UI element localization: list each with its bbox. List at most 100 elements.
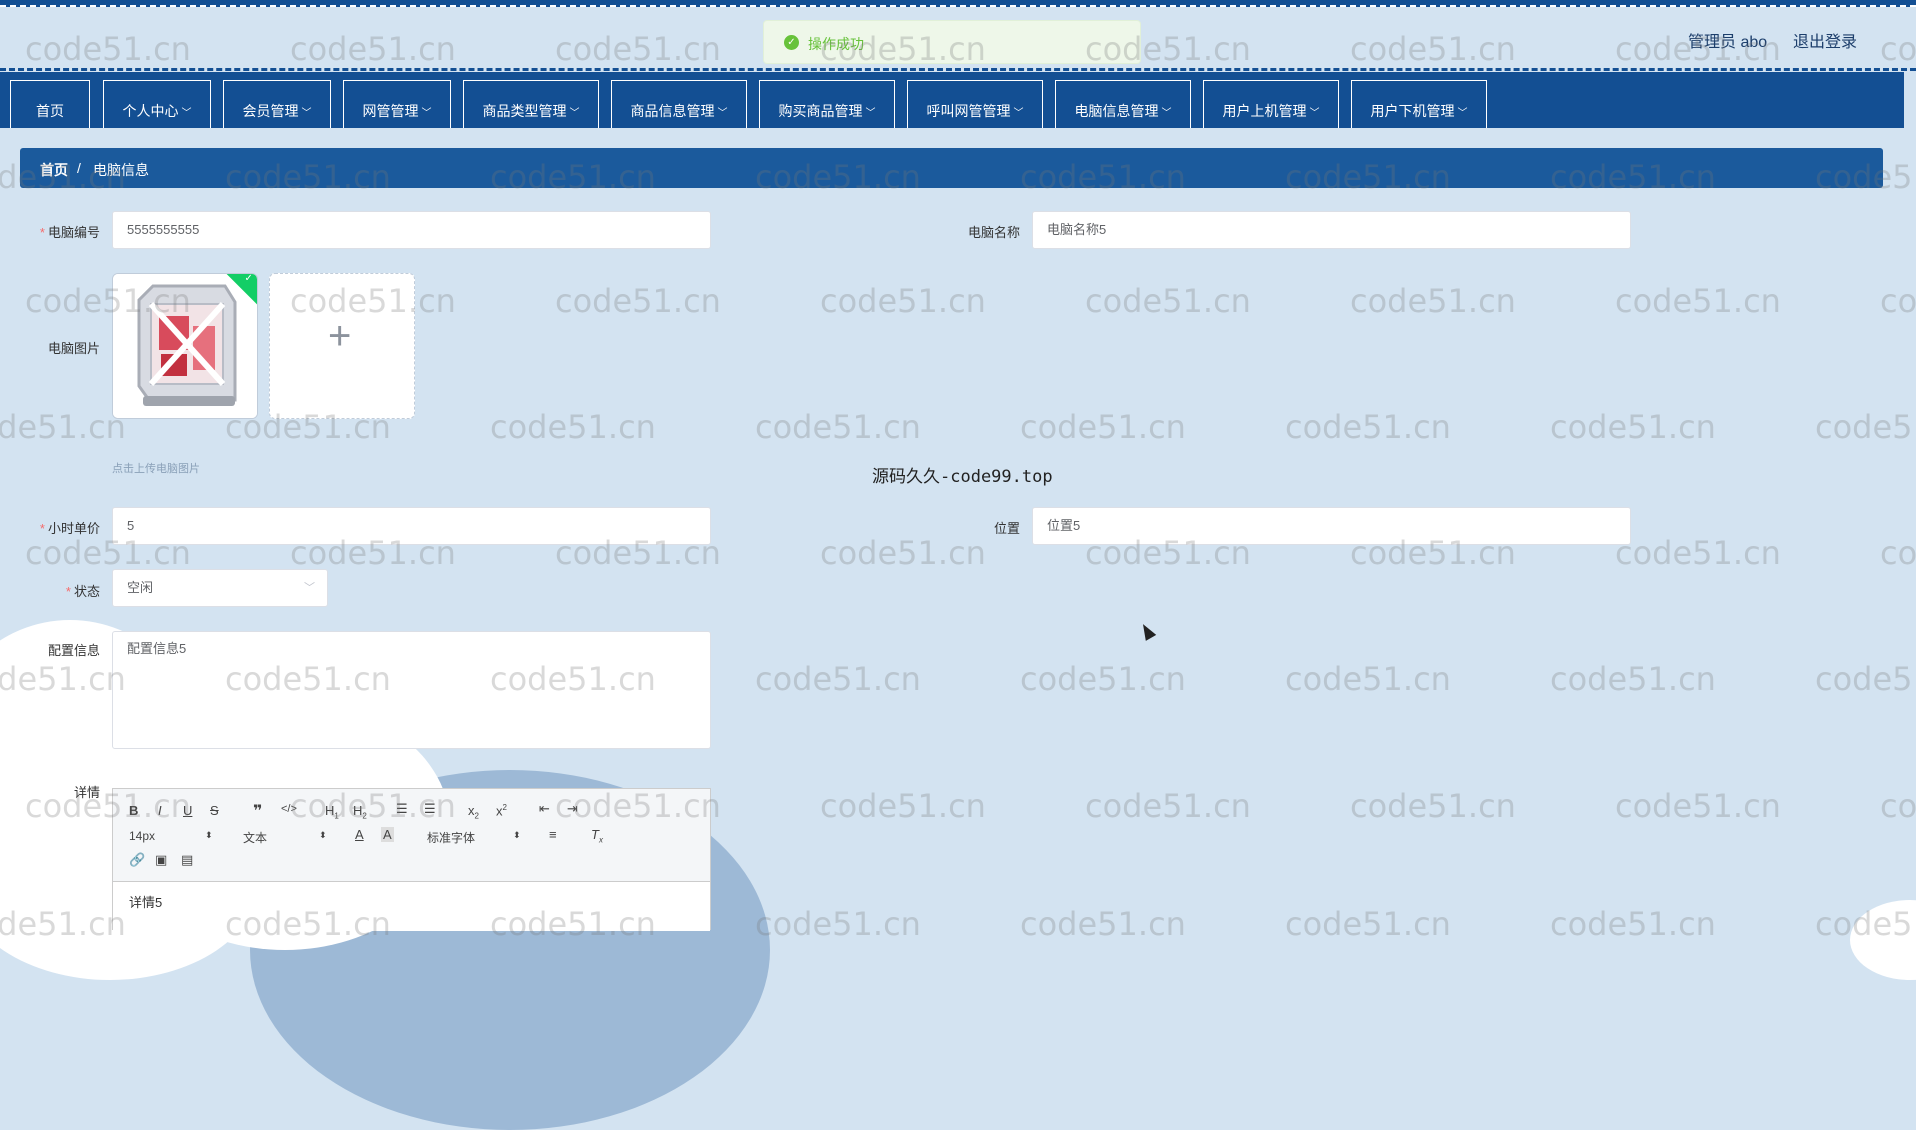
watermark-text: code51.cn xyxy=(490,660,656,698)
upload-hint: 点击上传电脑图片 xyxy=(112,463,200,475)
watermark-text: code51.cn xyxy=(1350,282,1516,320)
align-icon[interactable]: ≡ xyxy=(549,827,557,842)
watermark-text: code51.cn xyxy=(490,905,656,943)
font-family-select[interactable]: 标准字体 ⬍ xyxy=(427,829,523,846)
watermark-text: code51.cn xyxy=(1085,787,1251,825)
subscript-icon[interactable]: x2 xyxy=(468,803,479,821)
chevron-down-icon: ﹀ xyxy=(181,108,192,119)
nav-item-purchase[interactable]: 购买商品管理 ﹀ xyxy=(759,80,895,128)
link-icon[interactable]: 🔗 xyxy=(129,852,145,868)
background-color-icon[interactable]: A xyxy=(381,827,394,842)
watermark-text: code51.cn xyxy=(1085,534,1251,572)
watermark-text: code51.cn xyxy=(225,660,391,698)
watermark-text: code51.cn xyxy=(1550,905,1716,943)
watermark-text: code51.cn xyxy=(820,534,986,572)
video-icon[interactable]: ▤ xyxy=(181,852,193,868)
watermark-text: code51.cn xyxy=(25,282,191,320)
watermark-text: code51.cn xyxy=(1350,30,1516,68)
watermark-text: code51.cn xyxy=(1020,905,1186,943)
watermark-text: code51.cn xyxy=(1285,408,1451,446)
select-arrows-icon: ⬍ xyxy=(513,830,521,840)
watermark-text: code51.cn xyxy=(25,787,191,825)
nav-item-home[interactable]: 首页 xyxy=(10,80,90,128)
watermark-text: code51.cn xyxy=(1815,158,1916,196)
watermark-text: code51.cn xyxy=(290,282,456,320)
nav-item-goods-info[interactable]: 商品信息管理 ﹀ xyxy=(611,80,747,128)
strike-icon[interactable]: S xyxy=(210,803,219,818)
watermark-text: code51.cn xyxy=(755,408,921,446)
watermark-text: code51.cn xyxy=(1285,660,1451,698)
chevron-down-icon: ﹀ xyxy=(569,108,580,119)
watermark-text: code51.cn xyxy=(755,158,921,196)
nav-item-member[interactable]: 会员管理 ﹀ xyxy=(223,80,331,128)
outdent-icon[interactable]: ⇤ xyxy=(539,801,550,817)
nav-item-computer-info[interactable]: 电脑信息管理 ﹀ xyxy=(1055,80,1191,128)
watermark-text: code51.cn xyxy=(490,158,656,196)
plus-icon: + xyxy=(328,314,352,358)
computer-no-label: * 电脑编号 xyxy=(39,225,100,240)
watermark-text: code51.cn xyxy=(820,787,986,825)
watermark-text: code51.cn xyxy=(0,905,126,943)
watermark-text: code51.cn xyxy=(1285,158,1451,196)
computer-name-label: 电脑名称 xyxy=(967,225,1020,240)
watermark-text: code51.cn xyxy=(555,282,721,320)
header-top-strip xyxy=(0,0,1916,7)
chevron-down-icon: ﹀ xyxy=(421,108,432,119)
chevron-down-icon: ﹀ xyxy=(717,108,728,119)
watermark-text: code51.cn xyxy=(1880,787,1916,825)
font-size-select[interactable]: 14px ⬍ xyxy=(129,829,215,843)
mouse-cursor-icon xyxy=(1137,621,1157,641)
watermark-text: code51.cn xyxy=(1880,282,1916,320)
superscript-icon[interactable]: x2 xyxy=(496,803,507,818)
top-nav: 首页 个人中心 ﹀ 会员管理 ﹀ 网管管理 ﹀ 商品类型管理 ﹀ 商品信息管理 ﹀ 购买商… xyxy=(0,72,1904,128)
select-arrows-icon: ⬍ xyxy=(319,830,327,840)
watermark-text: code51.cn xyxy=(1615,30,1781,68)
watermark-text: code51.cn xyxy=(225,905,391,943)
computer-name-input[interactable]: 电脑名称5 xyxy=(1032,211,1631,249)
select-arrows-icon: ⬍ xyxy=(205,830,213,840)
nav-item-user-online[interactable]: 用户上机管理 ﹀ xyxy=(1203,80,1339,128)
watermark-text: code51.cn xyxy=(1815,905,1916,943)
watermark-text: code51.cn xyxy=(290,787,456,825)
watermark-text: code51.cn xyxy=(1615,787,1781,825)
watermark-text: code51.cn xyxy=(490,408,656,446)
status-select[interactable]: 空闲 ﹀ xyxy=(112,569,328,607)
nav-item-netadmin[interactable]: 网管管理 ﹀ xyxy=(343,80,451,128)
watermark-text: code51.cn xyxy=(1020,158,1186,196)
chevron-down-icon: ﹀ xyxy=(1161,108,1172,119)
chevron-down-icon: ﹀ xyxy=(304,582,315,594)
computer-no-input[interactable]: 5555555555 xyxy=(112,211,711,249)
nav-item-goods-type[interactable]: 商品类型管理 ﹀ xyxy=(463,80,599,128)
blockquote-icon[interactable]: ❞ xyxy=(253,801,262,821)
watermark-text: code51.cn xyxy=(1285,905,1451,943)
watermark-text: code51.cn xyxy=(820,30,986,68)
chevron-down-icon: ﹀ xyxy=(1013,108,1024,119)
site-watermark-text: 源码久久-code99.top xyxy=(872,467,1053,487)
header-select[interactable]: 文本 ⬍ xyxy=(243,829,329,846)
watermark-text: code51.cn xyxy=(1020,408,1186,446)
nav-item-call-admin[interactable]: 呼叫网管管理 ﹀ xyxy=(907,80,1043,128)
nav-item-user-offline[interactable]: 用户下机管理 ﹀ xyxy=(1351,80,1487,128)
watermark-text: code51.cn xyxy=(25,30,191,68)
watermark-text: code51.cn xyxy=(290,30,456,68)
chevron-down-icon: ﹀ xyxy=(865,108,876,119)
watermark-text: code51.cn xyxy=(1880,534,1916,572)
watermark-text: code51.cn xyxy=(1020,660,1186,698)
watermark-text: code51.cn xyxy=(1085,282,1251,320)
watermark-text: code51.cn xyxy=(1350,534,1516,572)
watermark-text: code51.cn xyxy=(225,158,391,196)
chevron-down-icon: ﹀ xyxy=(1457,108,1468,119)
watermark-text: code51.cn xyxy=(1615,282,1781,320)
success-check-icon: ✓ xyxy=(784,35,799,50)
watermark-text: code51.cn xyxy=(555,30,721,68)
clear-format-icon[interactable]: Tx xyxy=(591,827,603,845)
nav-item-personal-center[interactable]: 个人中心 ﹀ xyxy=(103,80,211,128)
watermark-text: code51.cn xyxy=(1815,408,1916,446)
logout-link[interactable]: 退出登录 xyxy=(1793,28,1857,52)
watermark-text: code51.cn xyxy=(555,787,721,825)
watermark-text: code51.cn xyxy=(1550,158,1716,196)
config-label: 配置信息 xyxy=(47,643,100,658)
text-color-icon[interactable]: A xyxy=(355,827,364,842)
image-icon[interactable]: ▣ xyxy=(155,852,167,868)
status-label: * 状态 xyxy=(65,584,100,599)
